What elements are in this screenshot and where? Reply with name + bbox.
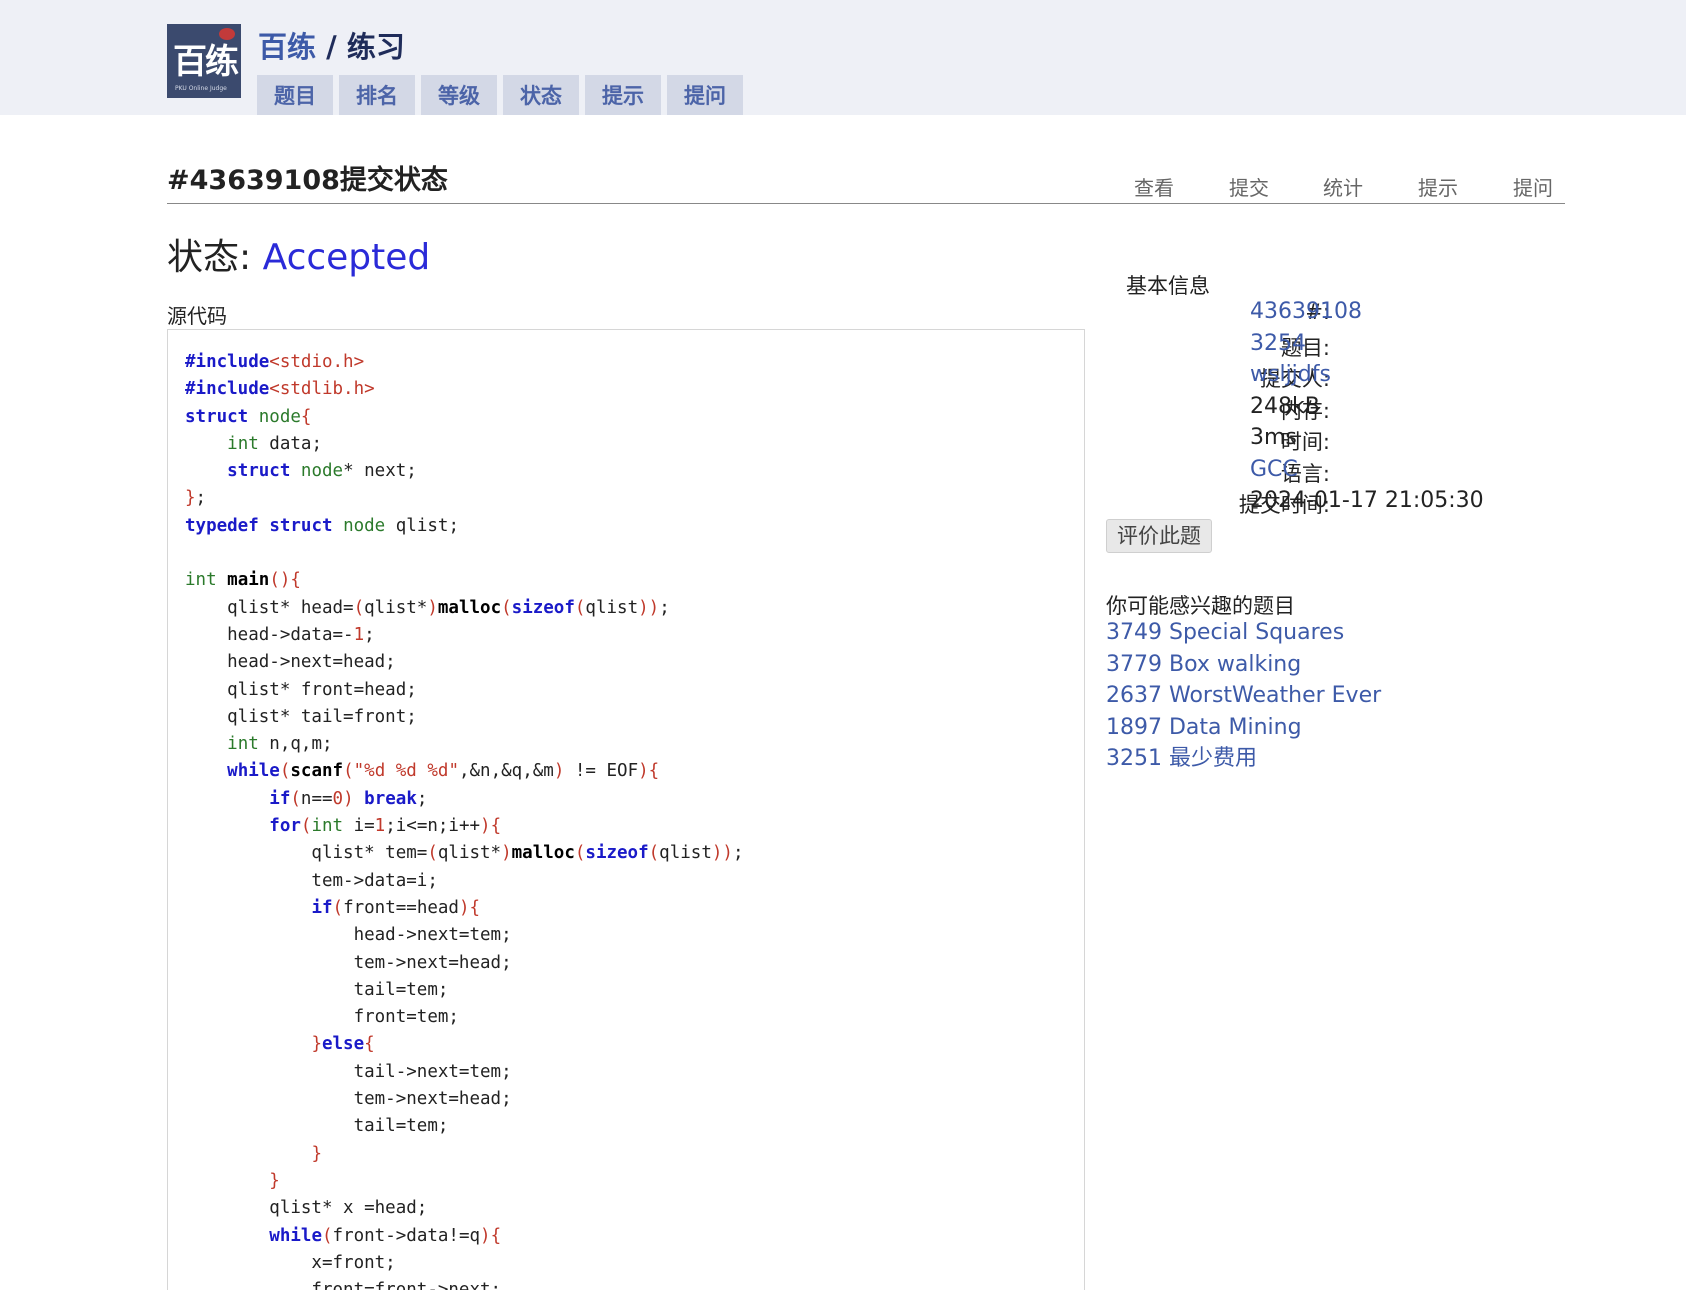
basic-info-heading: 基本信息 [1126,274,1210,298]
source-code-box[interactable]: #include<stdio.h> #include<stdlib.h> str… [167,329,1085,1290]
site-brand-link[interactable]: 百练 [258,30,316,64]
nav-tab-hints[interactable]: 提示 [585,75,661,115]
sub-nav-view[interactable]: 查看 [1134,172,1174,201]
info-value[interactable]: GCC [1250,457,1298,482]
rate-problem-button[interactable]: 评价此题 [1106,519,1212,553]
sub-nav-stats[interactable]: 统计 [1323,172,1363,201]
page-title: #43639108提交状态 [167,165,448,196]
recommend-link[interactable]: 3251 最少费用 [1106,743,1381,775]
title-divider [167,203,1565,204]
site-header: 百练 PKU Online Judge 百练 / 练习 题目 排名 等级 状态 … [0,0,1686,115]
nav-tab-problems[interactable]: 题目 [257,75,333,115]
sub-nav-questions[interactable]: 提问 [1513,172,1553,201]
info-value[interactable]: 43639108 [1250,299,1362,324]
info-value: 248kB [1250,393,1320,419]
status-label: 状态: [167,237,263,278]
recommend-link[interactable]: 3779 Box walking [1106,649,1381,681]
recommend-heading: 你可能感兴趣的题目 [1106,594,1295,618]
info-value: 2024-01-17 21:05:30 [1250,488,1484,513]
recommend-link[interactable]: 2637 WorstWeather Ever [1106,680,1381,712]
nav-tab-questions[interactable]: 提问 [667,75,743,115]
nav-tab-levels[interactable]: 等级 [421,75,497,115]
main-nav: 题目 排名 等级 状态 提示 提问 [257,75,743,115]
source-code: #include<stdio.h> #include<stdlib.h> str… [185,352,744,1290]
info-value[interactable]: wsljjdfs [1250,362,1331,387]
info-value[interactable]: 3254 [1250,331,1306,356]
recommend-list: 3749 Special Squares 3779 Box walking 26… [1106,617,1381,775]
nav-tab-ranking[interactable]: 排名 [339,75,415,115]
site-logo[interactable]: 百练 PKU Online Judge [167,24,241,98]
logo-text: 百练 [173,42,239,82]
site-section: 练习 [346,30,405,64]
logo-subtext: PKU Online Judge [175,85,227,92]
title-separator: / [316,30,347,64]
nav-tab-status[interactable]: 状态 [503,75,579,115]
sub-nav-hints[interactable]: 提示 [1418,172,1458,201]
info-value: 3ms [1250,425,1297,450]
sub-nav-submit[interactable]: 提交 [1229,172,1269,201]
source-code-label: 源代码 [167,304,227,328]
recommend-link[interactable]: 3749 Special Squares [1106,617,1381,649]
site-title: 百练 / 练习 [258,24,405,66]
recommend-link[interactable]: 1897 Data Mining [1106,712,1381,744]
status-value: Accepted [262,237,431,278]
status-line: 状态: Accepted [167,228,430,280]
